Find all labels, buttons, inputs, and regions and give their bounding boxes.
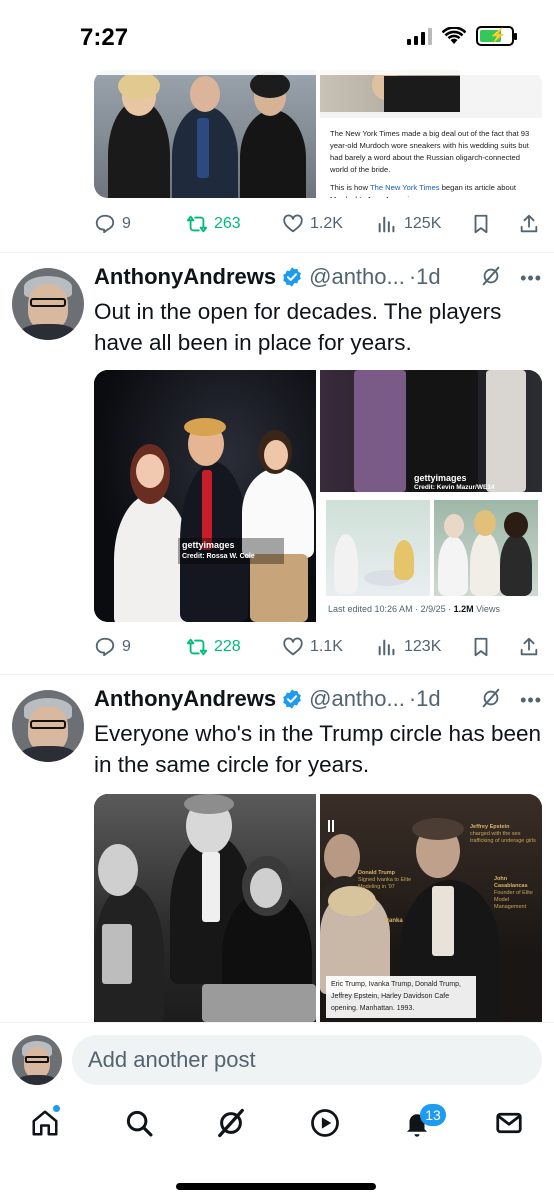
share-icon [520, 214, 538, 233]
heart-icon [283, 637, 303, 656]
tab-messages[interactable] [494, 1108, 524, 1138]
post-timestamp[interactable]: ·1d [409, 264, 441, 290]
post-timestamp[interactable]: ·1d [409, 686, 441, 712]
home-icon [32, 1110, 58, 1136]
like-count: 1.1K [310, 638, 343, 655]
repost-icon [186, 638, 208, 656]
post-divider [0, 252, 554, 253]
label-ivanka: Ivanka [384, 918, 403, 924]
status-time: 7:27 [80, 24, 129, 51]
author-handle[interactable]: @antho... [309, 264, 405, 290]
video-pause-icon[interactable] [328, 820, 334, 832]
post3-text: Everyone who's in the Trump circle has b… [94, 721, 542, 777]
reply-count: 9 [122, 215, 131, 232]
home-indicator [176, 1183, 376, 1190]
battery-icon: ⚡ [476, 26, 517, 46]
label-donald: Donald Trump Signed Ivanka to Elite Mode… [358, 870, 412, 890]
views-icon [378, 639, 395, 656]
views-button[interactable]: 125K [376, 213, 441, 235]
bookmark-icon [474, 637, 488, 657]
avatar[interactable] [12, 690, 84, 762]
notifications-badge: 13 [420, 1104, 446, 1126]
tab-home[interactable] [30, 1108, 60, 1138]
play-icon [311, 1109, 339, 1137]
verified-badge-icon [283, 689, 301, 709]
grok-icon[interactable] [480, 265, 502, 287]
add-post-input[interactable]: Add another post [72, 1035, 542, 1085]
more-options-icon[interactable]: ••• [520, 690, 542, 711]
cellular-signal-icon [407, 27, 432, 45]
reply-composer: Add another post [0, 1022, 554, 1100]
post3-photo-left[interactable] [94, 794, 316, 1022]
reply-button[interactable]: 9 [94, 636, 131, 658]
photo-caption: Eric Trump, Ivanka Trump, Donald Trump, … [326, 976, 476, 1018]
post1-media[interactable]: The New York Times made a big deal out o… [94, 70, 542, 198]
post2-photo-left[interactable]: gettyimages Credit: Rossa W. Cole [94, 370, 316, 622]
views-count: 123K [404, 638, 442, 655]
avatar[interactable] [12, 268, 84, 340]
post1-photo-left[interactable] [94, 70, 316, 198]
reply-count: 9 [122, 638, 131, 655]
wifi-icon [442, 27, 466, 44]
home-unread-dot [53, 1105, 60, 1112]
reply-button[interactable]: 9 [94, 213, 131, 235]
label-epstein: Jeffrey Epstein charged with the sex tra… [470, 824, 536, 844]
reply-icon [95, 214, 115, 234]
views-icon [378, 216, 395, 233]
post2-photo-right[interactable]: gettyimages Credit: Kevin Mazur/WE14 Las… [320, 370, 542, 622]
getty-watermark-small: gettyimages Credit: Kevin Mazur/WE14 [414, 473, 495, 492]
post2-header: AnthonyAndrews @antho... ·1d ••• [94, 262, 544, 292]
repost-icon [186, 215, 208, 233]
repost-button[interactable]: 228 [186, 636, 241, 658]
article-paragraph: This is how The New York Times began its… [330, 183, 517, 198]
like-button[interactable]: 1.2K [282, 213, 343, 235]
views-count: 125K [404, 215, 442, 232]
tab-video[interactable] [310, 1108, 340, 1138]
article-paragraph: The New York Times made a big deal out o… [330, 129, 530, 174]
bookmark-button[interactable] [470, 636, 492, 658]
author-name[interactable]: AnthonyAndrews [94, 264, 276, 290]
post2-text: Out in the open for decades. The players… [94, 299, 502, 355]
post2-photo-top-right[interactable]: gettyimages Credit: Kevin Mazur/WE14 [320, 370, 542, 492]
grok-icon[interactable] [480, 687, 502, 709]
more-options-icon[interactable]: ••• [520, 268, 542, 289]
getty-watermark: gettyimages Credit: Rossa W. Cole [178, 538, 284, 564]
search-icon [126, 1110, 153, 1137]
status-bar: 7:27 ⚡ [0, 0, 554, 75]
post-divider [0, 674, 554, 675]
repost-count: 263 [214, 215, 241, 232]
post2-media[interactable]: gettyimages Credit: Rossa W. Cole gettyi… [94, 370, 542, 622]
author-name[interactable]: AnthonyAndrews [94, 686, 276, 712]
views-button[interactable]: 123K [376, 636, 441, 658]
post3-photo-right[interactable]: Jeffrey Epstein charged with the sex tra… [320, 794, 542, 1022]
post1-article-text: The New York Times made a big deal out o… [320, 118, 542, 198]
my-avatar[interactable] [12, 1035, 62, 1085]
post2-action-row: 9 228 1.1K 123K [94, 632, 542, 662]
like-count: 1.2K [310, 215, 343, 232]
share-icon [520, 637, 538, 656]
post3-media[interactable]: Jeffrey Epstein charged with the sex tra… [94, 794, 542, 1022]
heart-icon [283, 214, 303, 233]
bookmark-icon [474, 214, 488, 234]
tab-grok[interactable] [216, 1108, 246, 1138]
grok-icon [218, 1108, 244, 1138]
reply-icon [95, 637, 115, 657]
post1-article-panel[interactable]: The New York Times made a big deal out o… [320, 70, 542, 198]
author-handle[interactable]: @antho... [309, 686, 405, 712]
bookmark-button[interactable] [470, 213, 492, 235]
tab-search[interactable] [124, 1108, 154, 1138]
repost-count: 228 [214, 638, 241, 655]
post2-photo-collage[interactable]: Last edited 10:26 AM · 2/9/25 · 1.2M Vie… [320, 496, 542, 622]
mail-icon [496, 1112, 522, 1134]
post3-header: AnthonyAndrews @antho... ·1d ••• [94, 684, 544, 714]
edited-note: Last edited 10:26 AM · 2/9/25 · 1.2M Vie… [328, 604, 500, 614]
label-casablancas: John Casablancas Founder of Elite Model … [494, 876, 533, 910]
status-icons: ⚡ [407, 26, 517, 46]
post1-action-row: 9 263 1.2K 125K [94, 209, 542, 239]
like-button[interactable]: 1.1K [282, 636, 343, 658]
repost-button[interactable]: 263 [186, 213, 241, 235]
share-button[interactable] [518, 636, 540, 658]
share-button[interactable] [518, 213, 540, 235]
verified-badge-icon [283, 267, 301, 287]
